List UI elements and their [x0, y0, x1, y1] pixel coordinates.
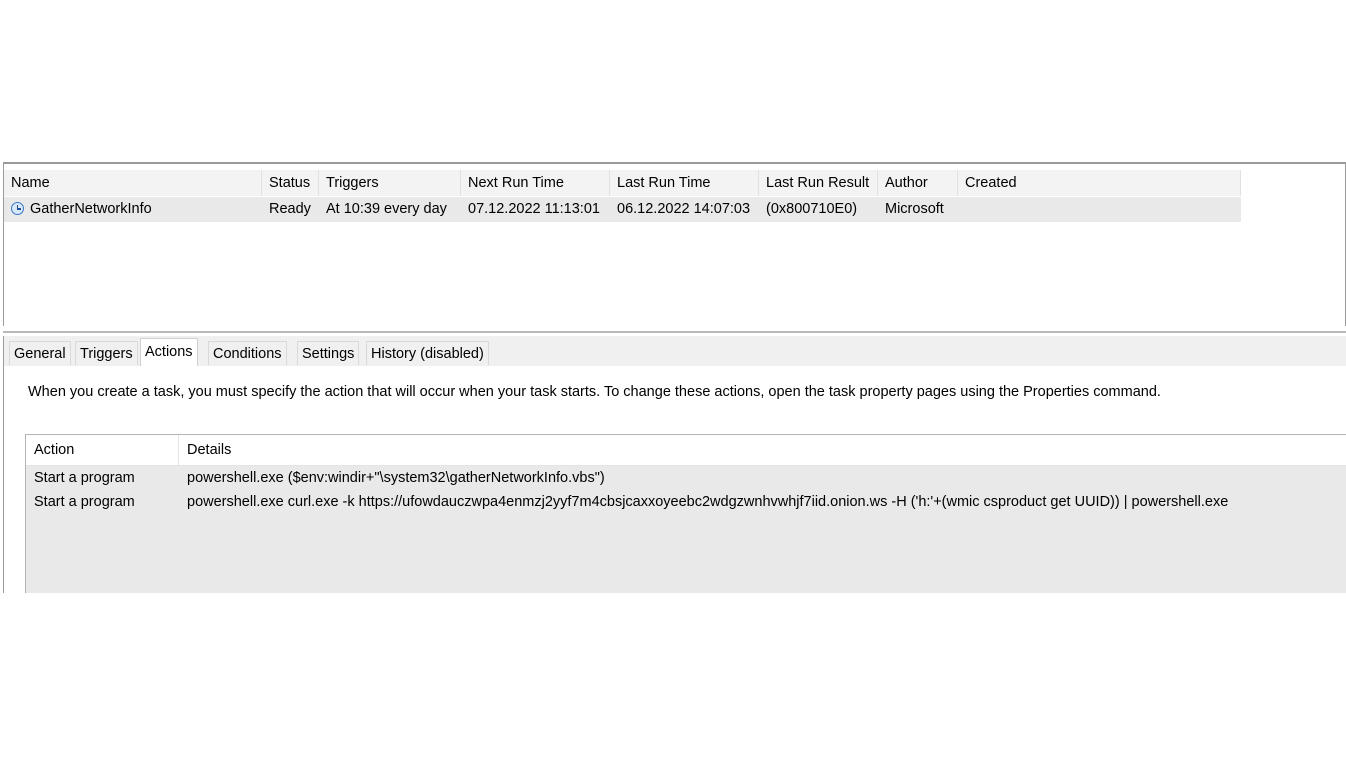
column-header-details[interactable]: Details: [179, 435, 1346, 465]
scheduled-task-clock-icon: [11, 202, 24, 215]
column-header-last-run-result[interactable]: Last Run Result: [759, 170, 878, 196]
action-type: Start a program: [34, 470, 135, 486]
actions-tab-panel: When you create a task, you must specify…: [3, 366, 1346, 593]
task-row[interactable]: GatherNetworkInfo Ready At 10:39 every d…: [4, 197, 1241, 222]
column-header-status[interactable]: Status: [262, 170, 319, 196]
task-next-run-time: 07.12.2022 11:13:01: [468, 201, 600, 217]
pane-splitter[interactable]: [3, 326, 1346, 333]
task-author: Microsoft: [885, 201, 944, 217]
actions-list: Action Details Start a program powershel…: [25, 434, 1346, 593]
column-header-next-run-time[interactable]: Next Run Time: [461, 170, 610, 196]
task-list-header: Name Status Triggers Next Run Time Last …: [4, 170, 1241, 196]
task-list-pane: Name Status Triggers Next Run Time Last …: [3, 162, 1346, 329]
task-triggers: At 10:39 every day: [326, 201, 447, 217]
action-details: powershell.exe ($env:windir+"\system32\g…: [187, 470, 605, 486]
tab-history[interactable]: History (disabled): [366, 341, 489, 365]
action-type: Start a program: [34, 494, 135, 510]
tab-triggers[interactable]: Triggers: [75, 341, 138, 365]
action-details: powershell.exe curl.exe -k https://ufowd…: [187, 494, 1229, 510]
column-header-author[interactable]: Author: [878, 170, 958, 196]
task-created: [958, 197, 1241, 222]
task-name: GatherNetworkInfo: [30, 201, 152, 217]
tab-actions[interactable]: Actions: [140, 338, 198, 366]
action-row[interactable]: Start a program powershell.exe ($env:win…: [26, 466, 1346, 490]
actions-list-header: Action Details: [26, 435, 1346, 466]
column-header-triggers[interactable]: Triggers: [319, 170, 461, 196]
column-header-action[interactable]: Action: [26, 435, 179, 465]
task-status: Ready: [269, 201, 311, 217]
column-header-created[interactable]: Created: [958, 170, 1241, 196]
column-header-last-run-time[interactable]: Last Run Time: [610, 170, 759, 196]
column-header-name[interactable]: Name: [4, 170, 262, 196]
task-name-cell: GatherNetworkInfo: [4, 197, 262, 222]
task-details-tabstrip: General Triggers Actions Conditions Sett…: [3, 336, 1346, 366]
tab-settings[interactable]: Settings: [297, 341, 360, 365]
tab-general[interactable]: General: [9, 341, 71, 365]
task-last-run-time: 06.12.2022 14:07:03: [617, 201, 751, 217]
task-last-run-result: (0x800710E0): [766, 201, 858, 217]
tab-conditions[interactable]: Conditions: [208, 341, 287, 365]
task-scheduler-window: Name Status Triggers Next Run Time Last …: [3, 162, 1346, 593]
actions-description: When you create a task, you must specify…: [28, 384, 1161, 400]
action-row[interactable]: Start a program powershell.exe curl.exe …: [26, 490, 1346, 514]
